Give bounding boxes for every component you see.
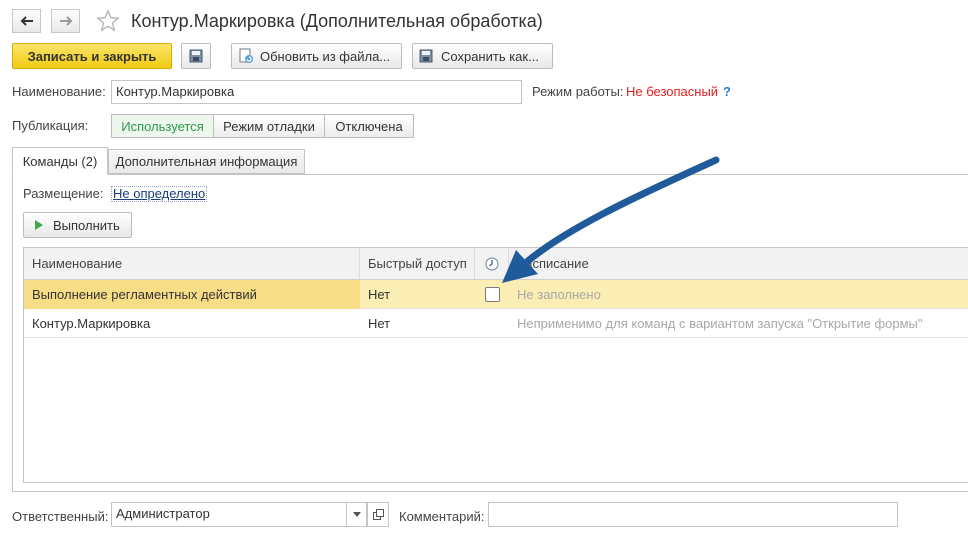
- publication-label: Публикация:: [12, 118, 89, 133]
- responsible-dropdown-button[interactable]: [347, 502, 367, 527]
- star-icon: [96, 9, 120, 32]
- row-schedule-checkbox-cell: [475, 309, 509, 338]
- row-quick-access-cell[interactable]: Нет: [360, 309, 475, 338]
- save-as-button[interactable]: Сохранить как...: [412, 43, 553, 69]
- comment-field[interactable]: [488, 502, 898, 527]
- name-field[interactable]: Контур.Маркировка: [111, 80, 522, 104]
- placement-link[interactable]: Не определено: [111, 186, 208, 202]
- floppy-disk-icon: [189, 49, 203, 63]
- placement-label: Размещение:: [23, 186, 104, 201]
- open-icon: [372, 509, 384, 520]
- play-icon: [35, 220, 43, 230]
- row-name-cell[interactable]: Выполнение регламентных действий: [24, 280, 360, 309]
- favorite-button[interactable]: [96, 9, 122, 33]
- annotation-arrow: [502, 156, 720, 283]
- update-from-file-button[interactable]: Обновить из файла...: [231, 43, 402, 69]
- row-name-cell[interactable]: Контур.Маркировка: [24, 309, 360, 338]
- forward-button[interactable]: [51, 9, 80, 33]
- tab-commands[interactable]: Команды (2): [12, 147, 108, 175]
- save-close-button[interactable]: Записать и закрыть: [12, 43, 172, 69]
- file-refresh-icon: [239, 48, 253, 63]
- arrow-left-icon: [20, 16, 33, 26]
- mode-help-link[interactable]: ?: [723, 84, 731, 99]
- responsible-field[interactable]: Администратор: [111, 502, 347, 527]
- update-from-file-label: Обновить из файла...: [260, 48, 391, 64]
- mode-value-link[interactable]: Не безопасный: [626, 84, 718, 99]
- back-button[interactable]: [12, 9, 41, 33]
- responsible-open-button[interactable]: [367, 502, 389, 527]
- chevron-down-icon: [352, 512, 361, 517]
- responsible-label: Ответственный:: [12, 509, 109, 524]
- row-quick-access-cell[interactable]: Нет: [360, 280, 475, 309]
- run-button-label: Выполнить: [53, 217, 120, 233]
- row-schedule-cell[interactable]: Неприменимо для команд с вариантом запус…: [509, 309, 968, 338]
- publication-option-disabled[interactable]: Отключена: [324, 114, 414, 138]
- name-label: Наименование:: [12, 84, 106, 99]
- publication-option-used[interactable]: Используется: [111, 114, 214, 138]
- publication-option-debug[interactable]: Режим отладки: [213, 114, 325, 138]
- comment-label: Комментарий:: [399, 509, 485, 524]
- column-header-quick-access[interactable]: Быстрый доступ: [360, 248, 475, 280]
- column-header-name[interactable]: Наименование: [24, 248, 360, 280]
- save-button[interactable]: [181, 43, 211, 69]
- table-row[interactable]: Контур.Маркировка Нет Неприменимо для ко…: [24, 309, 968, 338]
- page-title: Контур.Маркировка (Дополнительная обрабо…: [131, 11, 543, 31]
- floppy-disk-icon: [419, 49, 433, 63]
- mode-label: Режим работы:: [532, 84, 624, 99]
- run-button[interactable]: Выполнить: [23, 212, 132, 238]
- save-as-label: Сохранить как...: [441, 48, 539, 64]
- tab-additional-info[interactable]: Дополнительная информация: [108, 149, 305, 174]
- arrow-right-icon: [59, 16, 72, 26]
